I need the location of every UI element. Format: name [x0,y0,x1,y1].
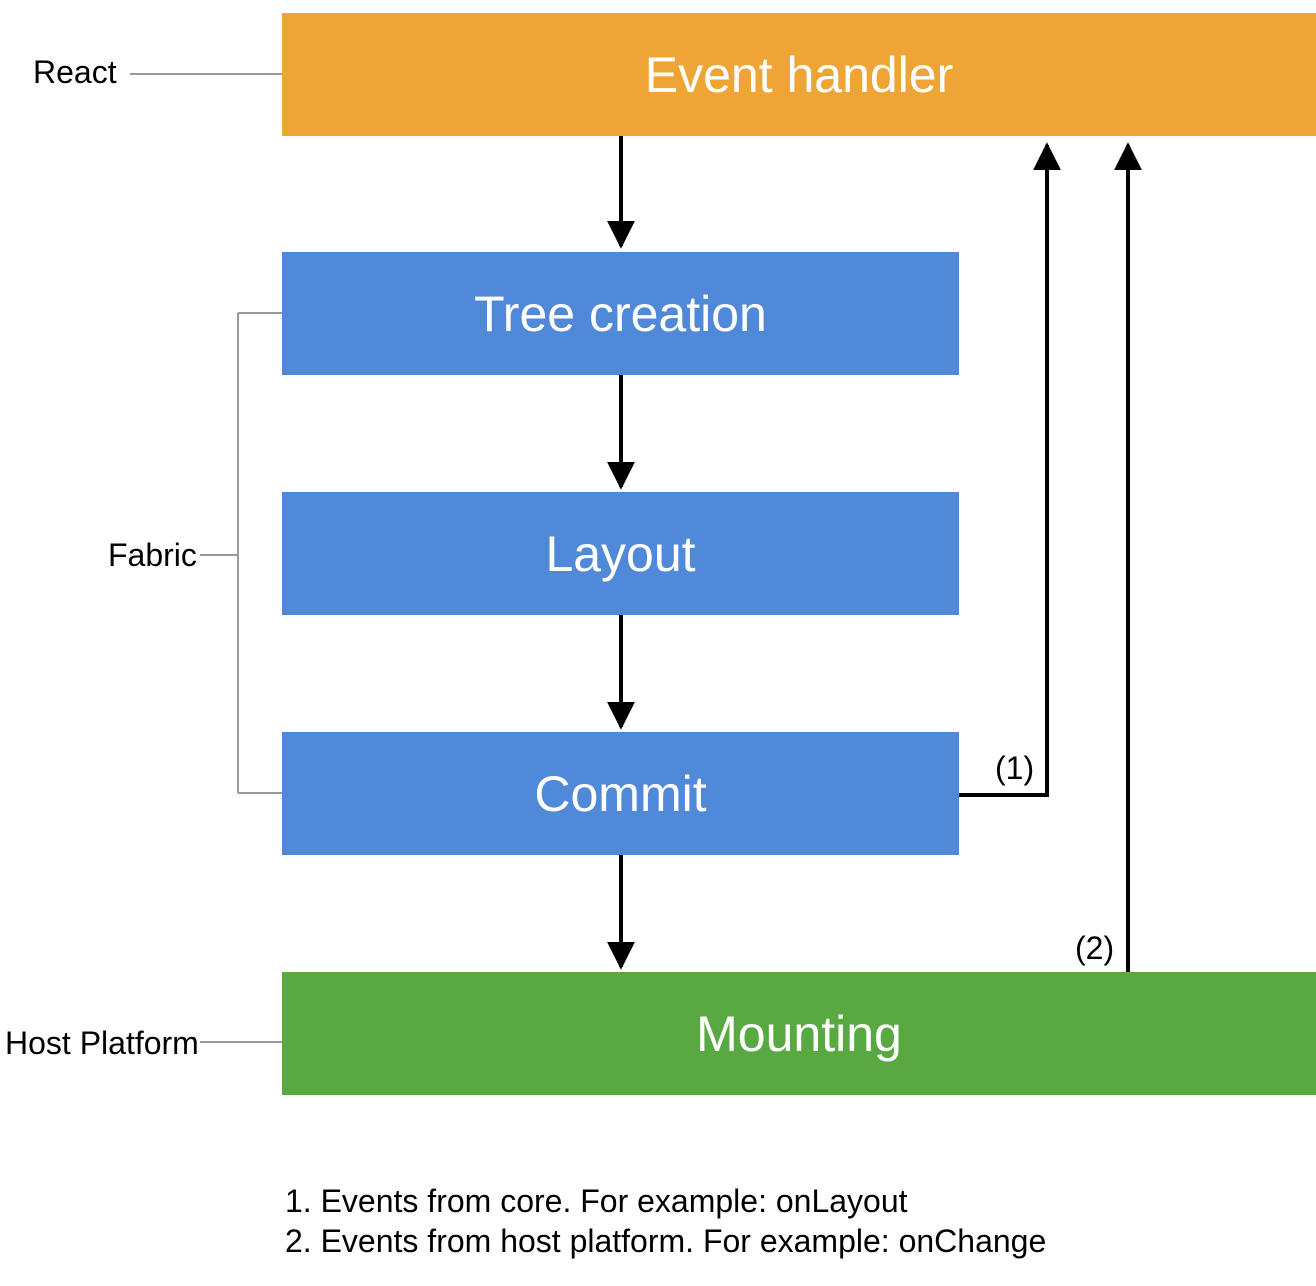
diagram-canvas: React Fabric Host Platform Event handler… [0,0,1316,1286]
group-label-fabric: Fabric [108,537,197,574]
connector-fabric [200,313,282,793]
group-label-react: React [33,54,117,91]
box-commit: Commit [282,732,959,855]
box-tree-creation: Tree creation [282,252,959,375]
annotation-1: (1) [995,750,1034,787]
arrow-commit-to-event-1 [959,145,1047,795]
box-event-handler: Event handler [282,13,1316,136]
footnote-2: 2. Events from host platform. For exampl… [285,1223,1046,1260]
box-mounting: Mounting [282,972,1316,1095]
box-layout: Layout [282,492,959,615]
annotation-2: (2) [1075,930,1114,967]
group-label-host-platform: Host Platform [5,1025,199,1062]
footnote-1: 1. Events from core. For example: onLayo… [285,1183,908,1220]
